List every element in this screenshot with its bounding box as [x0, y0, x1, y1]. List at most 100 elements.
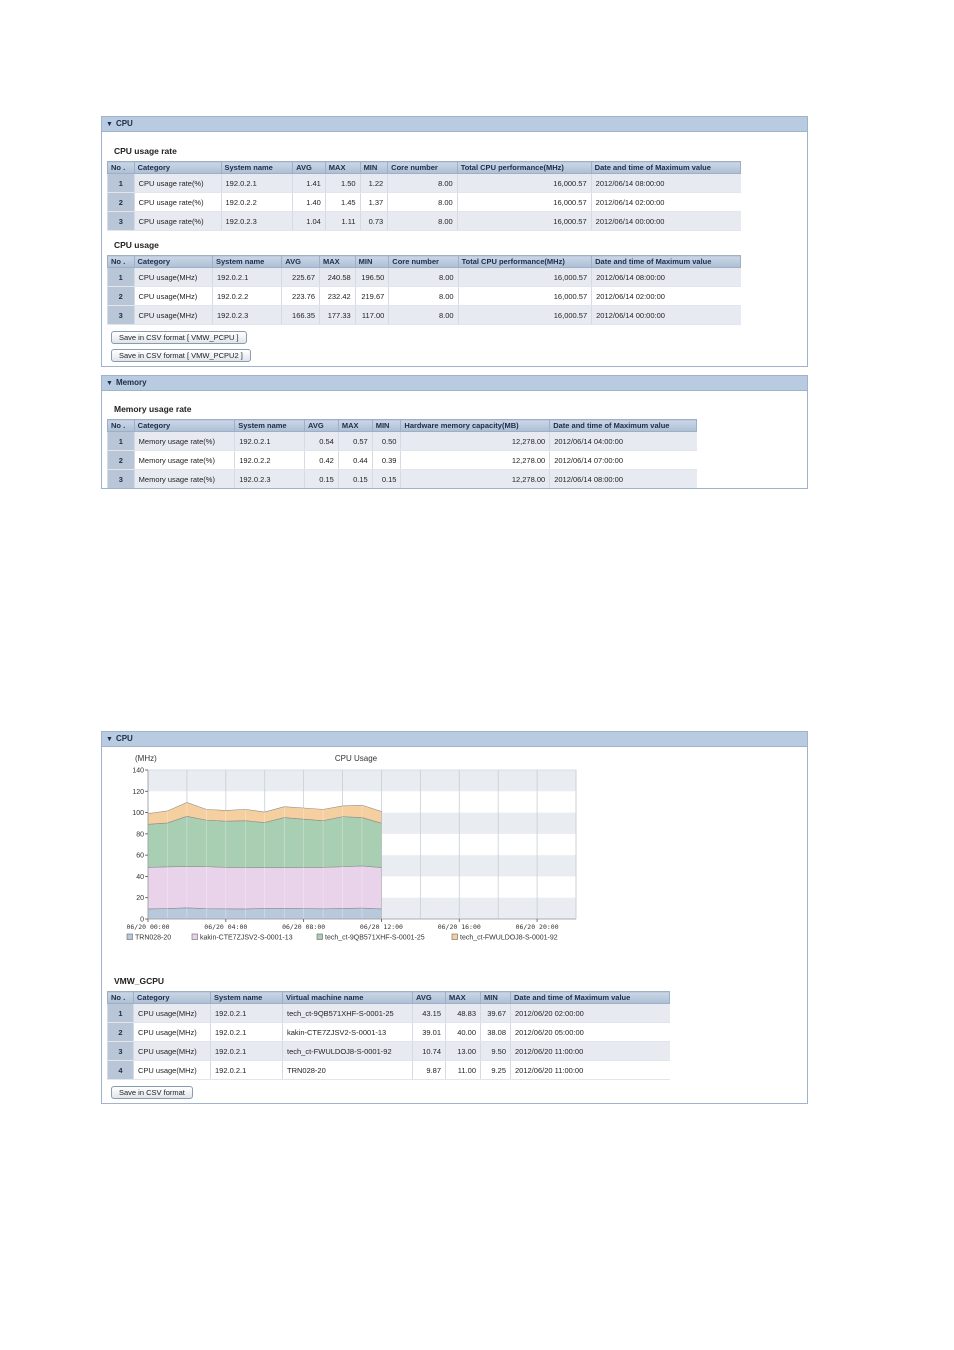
column-header[interactable]: AVG [303, 419, 339, 432]
collapse-triangle-icon[interactable]: ▼ [106, 380, 113, 387]
y-tick-label: 40 [136, 874, 144, 881]
table-row[interactable]: 3 Memory usage rate(%) 192.0.2.3 0.15 0.15 0.… [107, 469, 697, 488]
table-cell: kakin-CTE7ZJSV2-S-0001-13 [282, 1022, 413, 1042]
table-row[interactable]: 1 CPU usage(MHz) 192.0.2.1 tech_ct-9QB571XH… [107, 1003, 670, 1023]
table-cell: 12,278.00 [400, 450, 550, 470]
table-cell: 10.74 [412, 1041, 446, 1061]
column-header[interactable]: No . [107, 161, 135, 174]
memory-panel-header[interactable]: ▼ Memory [102, 376, 807, 391]
table-row[interactable]: 3 CPU usage(MHz) 192.0.2.1 tech_ct-FWULDOJ8… [107, 1041, 670, 1061]
column-header[interactable]: System name [234, 419, 305, 432]
table-row[interactable]: 1 CPU usage rate(%) 192.0.2.1 1.41 1.50 1.22 8… [107, 173, 741, 193]
table-cell: 9.50 [480, 1041, 511, 1061]
column-header[interactable]: System name [211, 255, 283, 268]
column-header[interactable]: Date and time of Maximum value [591, 255, 741, 268]
column-header[interactable]: Core number [387, 161, 458, 174]
table-cell: 2012/06/14 00:00:00 [591, 305, 741, 325]
column-header[interactable]: MAX [324, 161, 361, 174]
column-header[interactable]: System name [220, 161, 294, 174]
column-header[interactable]: No . [107, 419, 135, 432]
table-cell: 2012/06/14 08:00:00 [590, 173, 741, 193]
cpu-chart-panel-header[interactable]: ▼ CPU [102, 732, 807, 747]
column-header[interactable]: Total CPU performance(MHz) [457, 255, 593, 268]
x-tick-label: 06/20 20:00 [516, 923, 559, 931]
column-header[interactable]: System name [210, 991, 283, 1004]
row-number-cell: 2 [107, 192, 135, 212]
table-row[interactable]: 4 CPU usage(MHz) 192.0.2.1 TRN028-20 9.87 11.… [107, 1060, 670, 1080]
save-csv-button[interactable]: Save in CSV format [111, 1086, 193, 1099]
table-cell: 16,000.57 [457, 267, 592, 287]
column-header[interactable]: MIN [359, 161, 389, 174]
table-cell: 0.15 [371, 469, 401, 488]
table-cell: 1.22 [359, 173, 388, 193]
column-header[interactable]: Core number [388, 255, 459, 268]
table-header-row: No . Category System name AVG MAX MIN Core num… [107, 255, 741, 268]
legend-label: kakin-CTE7ZJSV2-S-0001-13 [200, 935, 293, 942]
table-cell: CPU usage(MHz) [133, 1003, 211, 1023]
row-number-cell: 3 [107, 469, 135, 488]
column-header[interactable]: No . [107, 991, 134, 1004]
table-cell: CPU usage(MHz) [133, 305, 213, 325]
table-cell: 16,000.57 [456, 192, 592, 212]
row-number-cell: 1 [107, 1003, 134, 1023]
column-header[interactable]: Category [133, 991, 211, 1004]
table-row[interactable]: 1 CPU usage(MHz) 192.0.2.1 225.67 240.58 196.… [107, 267, 741, 287]
table-cell: 2012/06/14 00:00:00 [590, 211, 741, 231]
column-header[interactable]: Virtual machine name [282, 991, 413, 1004]
legend-swatch [316, 933, 323, 940]
table-cell: 192.0.2.1 [210, 1022, 283, 1042]
row-number-cell: 3 [107, 305, 134, 325]
y-tick-label: 80 [136, 831, 144, 838]
table-row[interactable]: 3 CPU usage rate(%) 192.0.2.3 1.04 1.11 0.73 8… [107, 211, 741, 231]
column-header[interactable]: MAX [445, 991, 481, 1004]
table-cell: CPU usage(MHz) [133, 1022, 211, 1042]
column-header[interactable]: MIN [354, 255, 390, 268]
save-csv-vmw-pcpu2-button[interactable]: Save in CSV format [ VMW_PCPU2 ] [111, 349, 251, 362]
table-row[interactable]: 2 CPU usage(MHz) 192.0.2.1 kakin-CTE7ZJSV2-… [107, 1022, 670, 1042]
table-row[interactable]: 1 Memory usage rate(%) 192.0.2.1 0.54 0.57 0.… [107, 431, 697, 451]
column-header[interactable]: Category [133, 161, 222, 174]
column-header[interactable]: MAX [337, 419, 373, 432]
memory-panel: ▼ Memory Memory usage rate No . Category Sy… [101, 375, 808, 489]
save-csv-vmw-pcpu-button[interactable]: Save in CSV format [ VMW_PCPU ] [111, 331, 247, 344]
table-cell: 225.67 [281, 267, 320, 287]
table-row[interactable]: 3 CPU usage(MHz) 192.0.2.3 166.35 177.33 117.… [107, 305, 741, 325]
cpu-panel-header[interactable]: ▼ CPU [102, 117, 807, 132]
column-header[interactable]: MIN [480, 991, 511, 1004]
y-axis-label: (MHz) [135, 754, 157, 763]
column-header[interactable]: AVG [281, 255, 320, 268]
table-cell: 12,278.00 [400, 431, 550, 451]
column-header[interactable]: AVG [292, 161, 326, 174]
cpu-usage-table: No . Category System name AVG MAX MIN Core num… [107, 255, 741, 325]
table-row[interactable]: 2 CPU usage(MHz) 192.0.2.2 223.76 232.42 219.… [107, 286, 741, 306]
table-row[interactable]: 2 Memory usage rate(%) 192.0.2.2 0.42 0.44 0.… [107, 450, 697, 470]
column-header[interactable]: Category [133, 255, 213, 268]
column-header[interactable]: Date and time of Maximum value [549, 419, 697, 432]
table-cell: 9.87 [412, 1060, 446, 1080]
table-cell: 196.50 [354, 267, 389, 287]
table-row[interactable]: 2 CPU usage rate(%) 192.0.2.2 1.40 1.45 1.37 8… [107, 192, 741, 212]
column-header[interactable]: AVG [412, 991, 446, 1004]
vmw-gcpu-title: VMW_GCPU [114, 976, 165, 986]
column-header[interactable]: Hardware memory capacity(MB) [400, 419, 551, 432]
column-header[interactable]: Category [133, 419, 236, 432]
legend-swatch [191, 933, 198, 940]
column-header[interactable]: MIN [371, 419, 402, 432]
table-header-row: No . Category System name AVG MAX MIN Core num… [107, 161, 742, 174]
collapse-triangle-icon[interactable]: ▼ [106, 121, 113, 128]
collapse-triangle-icon[interactable]: ▼ [106, 736, 113, 743]
column-header[interactable]: Date and time of Maximum value [510, 991, 670, 1004]
x-tick-label: 06/20 16:00 [438, 923, 481, 931]
column-header[interactable]: No . [107, 255, 135, 268]
table-cell: 1.37 [359, 192, 388, 212]
legend-label: TRN028-20 [135, 935, 171, 942]
table-cell: 1.45 [324, 192, 361, 212]
table-cell: 2012/06/20 05:00:00 [510, 1022, 670, 1042]
row-number-cell: 1 [107, 173, 135, 193]
table-cell: 166.35 [281, 305, 320, 325]
table-cell: CPU usage rate(%) [133, 211, 221, 231]
y-tick-label: 140 [132, 768, 144, 775]
column-header[interactable]: MAX [319, 255, 356, 268]
column-header[interactable]: Date and time of Maximum value [590, 161, 742, 174]
column-header[interactable]: Total CPU performance(MHz) [456, 161, 592, 174]
